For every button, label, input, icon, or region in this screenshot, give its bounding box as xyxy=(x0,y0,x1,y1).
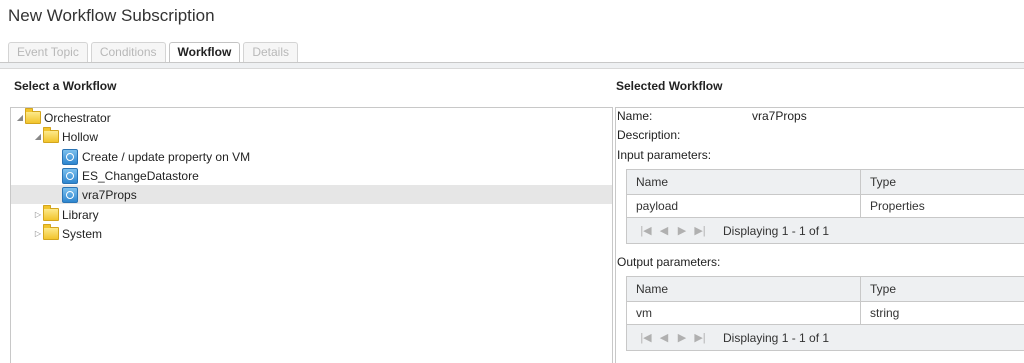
tree-item-library[interactable]: ▷ Library xyxy=(11,205,612,224)
column-header-type[interactable]: Type xyxy=(861,170,1024,194)
input-parameters-label: Input parameters: xyxy=(617,148,712,162)
prev-page-icon[interactable]: ◀ xyxy=(655,224,673,237)
prev-page-icon[interactable]: ◀ xyxy=(655,331,673,344)
column-header-name[interactable]: Name xyxy=(627,170,861,194)
column-header-type[interactable]: Type xyxy=(861,277,1024,301)
workflow-icon xyxy=(62,148,78,165)
first-page-icon[interactable]: |◀ xyxy=(637,331,655,344)
workflow-icon xyxy=(62,186,78,203)
table-row[interactable]: vm string xyxy=(627,302,1024,325)
tree-item-system[interactable]: ▷ System xyxy=(11,224,612,243)
param-name: vm xyxy=(627,302,861,324)
workflow-icon xyxy=(62,167,78,184)
next-page-icon[interactable]: ▶ xyxy=(673,224,691,237)
workflow-tree[interactable]: ◢ Orchestrator ◢ Hollow Create / update … xyxy=(10,107,613,363)
table-row[interactable]: payload Properties xyxy=(627,195,1024,218)
collapsed-arrow-icon[interactable]: ▷ xyxy=(33,210,43,219)
tree-item-label: vra7Props xyxy=(82,187,137,202)
tree-item-vra7props[interactable]: vra7Props xyxy=(11,185,612,204)
selected-workflow-panel: Name: vra7Props Description: Input param… xyxy=(615,107,1024,363)
folder-icon xyxy=(43,224,59,240)
next-page-icon[interactable]: ▶ xyxy=(673,331,691,344)
param-name: payload xyxy=(627,195,861,217)
tree-item-label: Library xyxy=(62,207,99,222)
tab-workflow[interactable]: Workflow xyxy=(168,42,241,63)
last-page-icon[interactable]: ▶| xyxy=(691,331,709,344)
last-page-icon[interactable]: ▶| xyxy=(691,224,709,237)
tree-item-label: Create / update property on VM xyxy=(82,149,251,164)
folder-icon xyxy=(25,108,41,124)
tab-divider xyxy=(0,62,1024,69)
name-value: vra7Props xyxy=(752,109,807,123)
column-header-name[interactable]: Name xyxy=(627,277,861,301)
name-label: Name: xyxy=(617,109,653,123)
tree-item-hollow[interactable]: ◢ Hollow xyxy=(11,127,612,146)
page-title: New Workflow Subscription xyxy=(8,6,215,25)
select-workflow-header: Select a Workflow xyxy=(14,79,117,93)
input-parameters-grid: Name Type payload Properties |◀ ◀ ▶ ▶| D… xyxy=(626,169,1024,244)
grid-header: Name Type xyxy=(627,170,1024,195)
grid-header: Name Type xyxy=(627,277,1024,302)
pager-status: Displaying 1 - 1 of 1 xyxy=(723,330,830,345)
tree-item-label: Hollow xyxy=(62,129,99,144)
tab-conditions[interactable]: Conditions xyxy=(90,42,166,62)
tab-details[interactable]: Details xyxy=(243,42,298,62)
tree-item-label: System xyxy=(62,226,103,241)
expanded-arrow-icon[interactable]: ◢ xyxy=(33,132,43,141)
first-page-icon[interactable]: |◀ xyxy=(637,224,655,237)
output-parameters-label: Output parameters: xyxy=(617,255,721,269)
expanded-arrow-icon[interactable]: ◢ xyxy=(15,113,25,122)
selected-workflow-header: Selected Workflow xyxy=(616,79,723,93)
folder-icon xyxy=(43,205,59,221)
tree-item-label: Orchestrator xyxy=(44,110,111,125)
grid-pager: |◀ ◀ ▶ ▶| Displaying 1 - 1 of 1 xyxy=(627,218,1024,243)
param-type: Properties xyxy=(870,199,925,213)
collapsed-arrow-icon[interactable]: ▷ xyxy=(33,229,43,238)
tree-item-es-changedatastore[interactable]: ES_ChangeDatastore xyxy=(11,166,612,185)
tree-item-orchestrator[interactable]: ◢ Orchestrator xyxy=(11,108,612,127)
grid-pager: |◀ ◀ ▶ ▶| Displaying 1 - 1 of 1 xyxy=(627,325,1024,350)
folder-icon xyxy=(43,127,59,143)
output-parameters-grid: Name Type vm string |◀ ◀ ▶ ▶| Displaying… xyxy=(626,276,1024,351)
param-type: string xyxy=(870,306,900,320)
tree-item-create-update-property[interactable]: Create / update property on VM xyxy=(11,147,612,166)
description-label: Description: xyxy=(617,128,681,142)
tab-bar: Event Topic Conditions Workflow Details xyxy=(8,42,301,63)
tree-item-label: ES_ChangeDatastore xyxy=(82,168,199,183)
pager-status: Displaying 1 - 1 of 1 xyxy=(723,223,830,238)
tab-event-topic[interactable]: Event Topic xyxy=(8,42,88,62)
